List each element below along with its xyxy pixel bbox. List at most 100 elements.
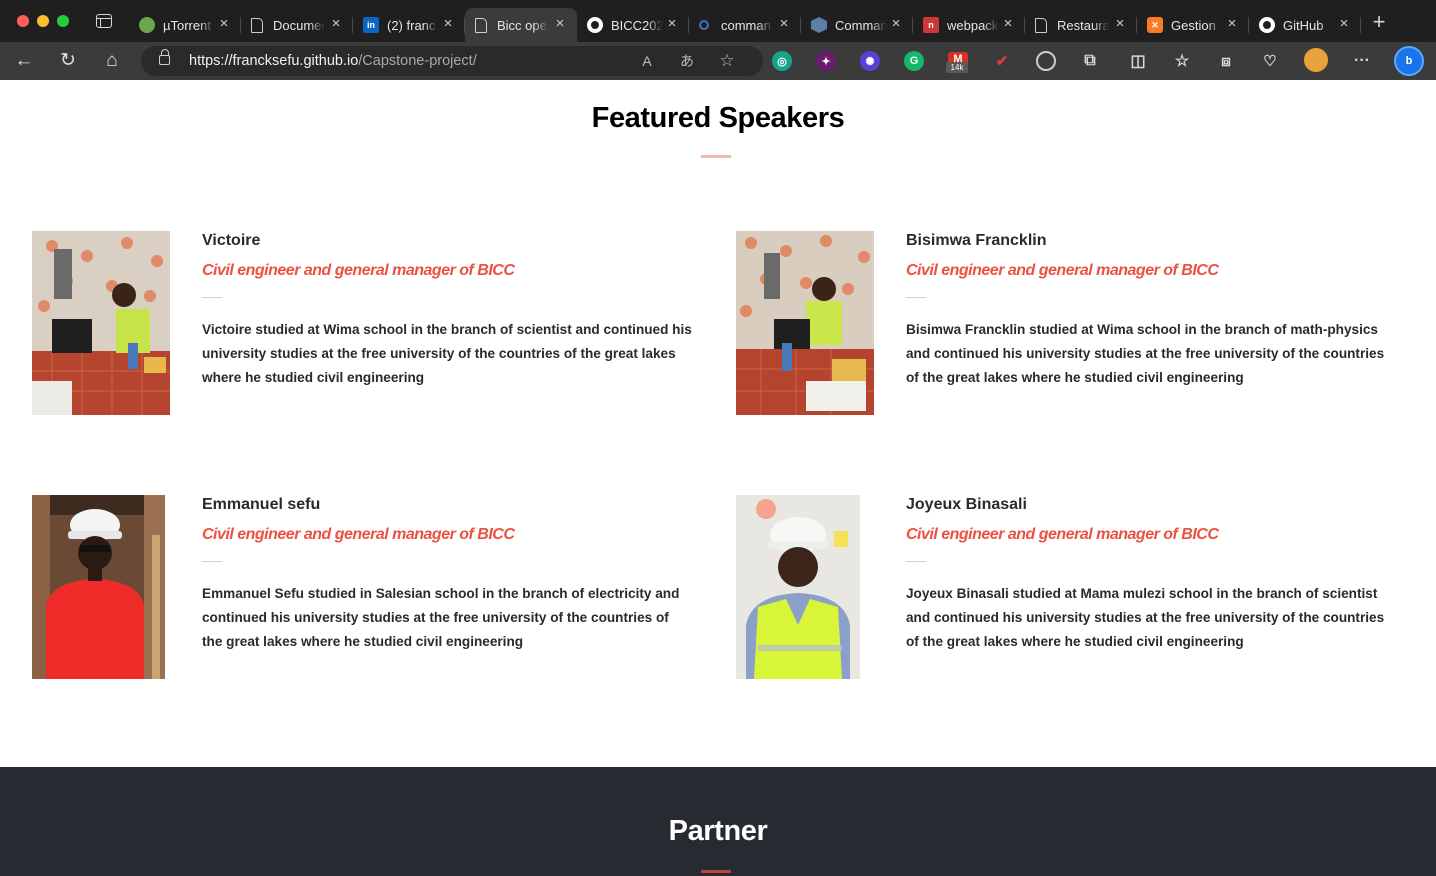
speaker-role: Civil engineer and general manager of BI… — [906, 526, 1219, 543]
back-arrow-icon[interactable]: ← — [14, 51, 34, 71]
browser-toolbar: ← ↻ ⌂ https://francksefu.github.io/Capst… — [0, 42, 1436, 80]
color-extension-icon[interactable]: ✔ — [992, 51, 1012, 71]
speaker-photo — [32, 231, 170, 415]
tab-bicc-github[interactable]: BICC2022 × — [577, 8, 689, 42]
speaker-role: Civil engineer and general manager of BI… — [906, 262, 1219, 279]
speaker-photo — [736, 231, 874, 415]
extension-badge: 14k — [946, 62, 968, 73]
speaker-bio: Victoire studied at Wima school in the b… — [202, 322, 692, 385]
tab-document[interactable]: Document × — [241, 8, 353, 42]
github-icon — [1259, 17, 1275, 33]
split-screen-icon[interactable]: ◫ — [1128, 51, 1148, 71]
tab-title: µTorrent — [163, 17, 211, 33]
tab-gestion[interactable]: ✕ Gestion × — [1137, 8, 1249, 42]
tab-github[interactable]: GitHub × — [1249, 8, 1361, 42]
collections-icon[interactable]: ⧈ — [1216, 51, 1236, 71]
speaker-info: Bisimwa Francklin Civil engineer and gen… — [906, 231, 1406, 390]
tab-command[interactable]: Comman × — [801, 8, 913, 42]
browser-essentials-icon[interactable]: ♡ — [1260, 51, 1280, 71]
close-tab-icon[interactable]: × — [777, 16, 791, 31]
speaker-card: Joyeux Binasali Civil engineer and gener… — [736, 495, 1426, 685]
grammarly-icon[interactable]: G — [904, 51, 924, 71]
npm-icon: n — [923, 17, 939, 33]
url-text[interactable]: https://francksefu.github.io/Capstone-pr… — [189, 53, 477, 69]
hexagon-icon — [811, 17, 827, 33]
tab-title: Document — [273, 17, 325, 33]
tab-title: comman — [721, 17, 771, 33]
speaker-card: Bisimwa Francklin Civil engineer and gen… — [736, 231, 1426, 421]
minimize-window-button[interactable] — [37, 15, 49, 27]
document-icon — [251, 17, 263, 33]
close-tab-icon[interactable]: × — [1337, 16, 1351, 31]
close-tab-icon[interactable]: × — [665, 16, 679, 31]
close-tab-icon[interactable]: × — [889, 16, 903, 31]
speaker-role: Civil engineer and general manager of BI… — [202, 526, 515, 543]
url-path: /Capstone-project/ — [358, 53, 477, 69]
featured-speakers-title: Featured Speakers — [591, 102, 845, 134]
speaker-bio: Bisimwa Francklin studied at Wima school… — [906, 322, 1385, 385]
tab-title: Bicc ope — [497, 17, 547, 33]
speaker-photo — [736, 495, 860, 679]
speaker-divider — [202, 297, 222, 298]
speaker-name: Emmanuel sefu — [202, 496, 321, 513]
close-tab-icon[interactable]: × — [1225, 16, 1239, 31]
tab-webpack[interactable]: n webpack × — [913, 8, 1025, 42]
speaker-divider — [202, 561, 222, 562]
address-bar[interactable]: https://francksefu.github.io/Capstone-pr… — [141, 46, 763, 76]
target-extension-icon[interactable] — [1036, 51, 1056, 71]
new-tab-button[interactable]: + — [1370, 11, 1388, 33]
tab-title: Comman — [835, 17, 887, 33]
extension-gear-icon[interactable]: ✺ — [860, 51, 880, 71]
speaker-bio: Emmanuel Sefu studied in Salesian school… — [202, 586, 680, 649]
close-tab-icon[interactable]: × — [217, 16, 231, 31]
speaker-card: Emmanuel sefu Civil engineer and general… — [32, 495, 722, 685]
speaker-info: Joyeux Binasali Civil engineer and gener… — [906, 495, 1406, 654]
tab-search[interactable]: comman × — [689, 8, 801, 42]
speaker-photo — [32, 495, 165, 679]
tab-title: (2) franc — [387, 17, 436, 33]
favorite-star-icon[interactable]: ☆ — [717, 51, 737, 71]
partner-title: Partner — [668, 815, 768, 847]
speaker-bio: Joyeux Binasali studied at Mama mulezi s… — [906, 586, 1385, 649]
browser-tab-bar: µTorrent × Document × in (2) franc × Bic… — [0, 0, 1436, 42]
bing-chat-icon[interactable]: b — [1394, 46, 1424, 76]
tab-utorrent[interactable]: µTorrent × — [129, 8, 241, 42]
profile-avatar[interactable] — [1304, 48, 1328, 72]
reload-icon[interactable]: ↻ — [58, 51, 78, 71]
url-host: https://francksefu.github.io — [189, 53, 359, 69]
tab-linkedin[interactable]: in (2) franc × — [353, 8, 465, 42]
extension-teal-icon[interactable]: ◎ — [772, 51, 792, 71]
partner-section: Partner — [0, 767, 1436, 876]
tab-title: Gestion — [1171, 17, 1216, 33]
favorites-icon[interactable]: ☆ — [1172, 51, 1192, 71]
speaker-info: Emmanuel sefu Civil engineer and general… — [202, 495, 702, 654]
close-tab-icon[interactable]: × — [1113, 16, 1127, 31]
more-menu-icon[interactable]: ··· — [1352, 51, 1372, 71]
close-tab-icon[interactable]: × — [441, 16, 455, 31]
tab-title: BICC2022 — [611, 17, 663, 33]
speaker-role: Civil engineer and general manager of BI… — [202, 262, 515, 279]
speaker-divider — [906, 561, 926, 562]
translate-icon[interactable]: あ — [677, 51, 697, 71]
github-icon — [587, 17, 603, 33]
close-tab-icon[interactable]: × — [329, 16, 343, 31]
tab-restaurant[interactable]: Restaura × — [1025, 8, 1137, 42]
speaker-name: Joyeux Binasali — [906, 496, 1027, 513]
close-tab-icon[interactable]: × — [1001, 16, 1015, 31]
lock-icon[interactable] — [159, 49, 170, 65]
home-icon[interactable]: ⌂ — [102, 51, 122, 71]
tab-title: GitHub — [1283, 17, 1324, 33]
maximize-window-button[interactable] — [57, 15, 69, 27]
tab-bicc-active[interactable]: Bicc ope × — [465, 8, 577, 42]
read-aloud-icon[interactable]: A — [637, 51, 657, 71]
tab-actions-icon[interactable] — [96, 14, 112, 28]
extensions-puzzle-icon[interactable]: ⧉ — [1080, 51, 1100, 71]
tab-title: webpack — [947, 17, 999, 33]
title-underline — [701, 155, 731, 158]
partner-title-underline — [701, 870, 731, 873]
search-icon — [699, 20, 709, 30]
close-tab-icon[interactable]: × — [553, 16, 567, 31]
extension-purple-icon[interactable]: ✦ — [816, 51, 836, 71]
close-window-button[interactable] — [17, 15, 29, 27]
xampp-icon: ✕ — [1147, 17, 1163, 33]
